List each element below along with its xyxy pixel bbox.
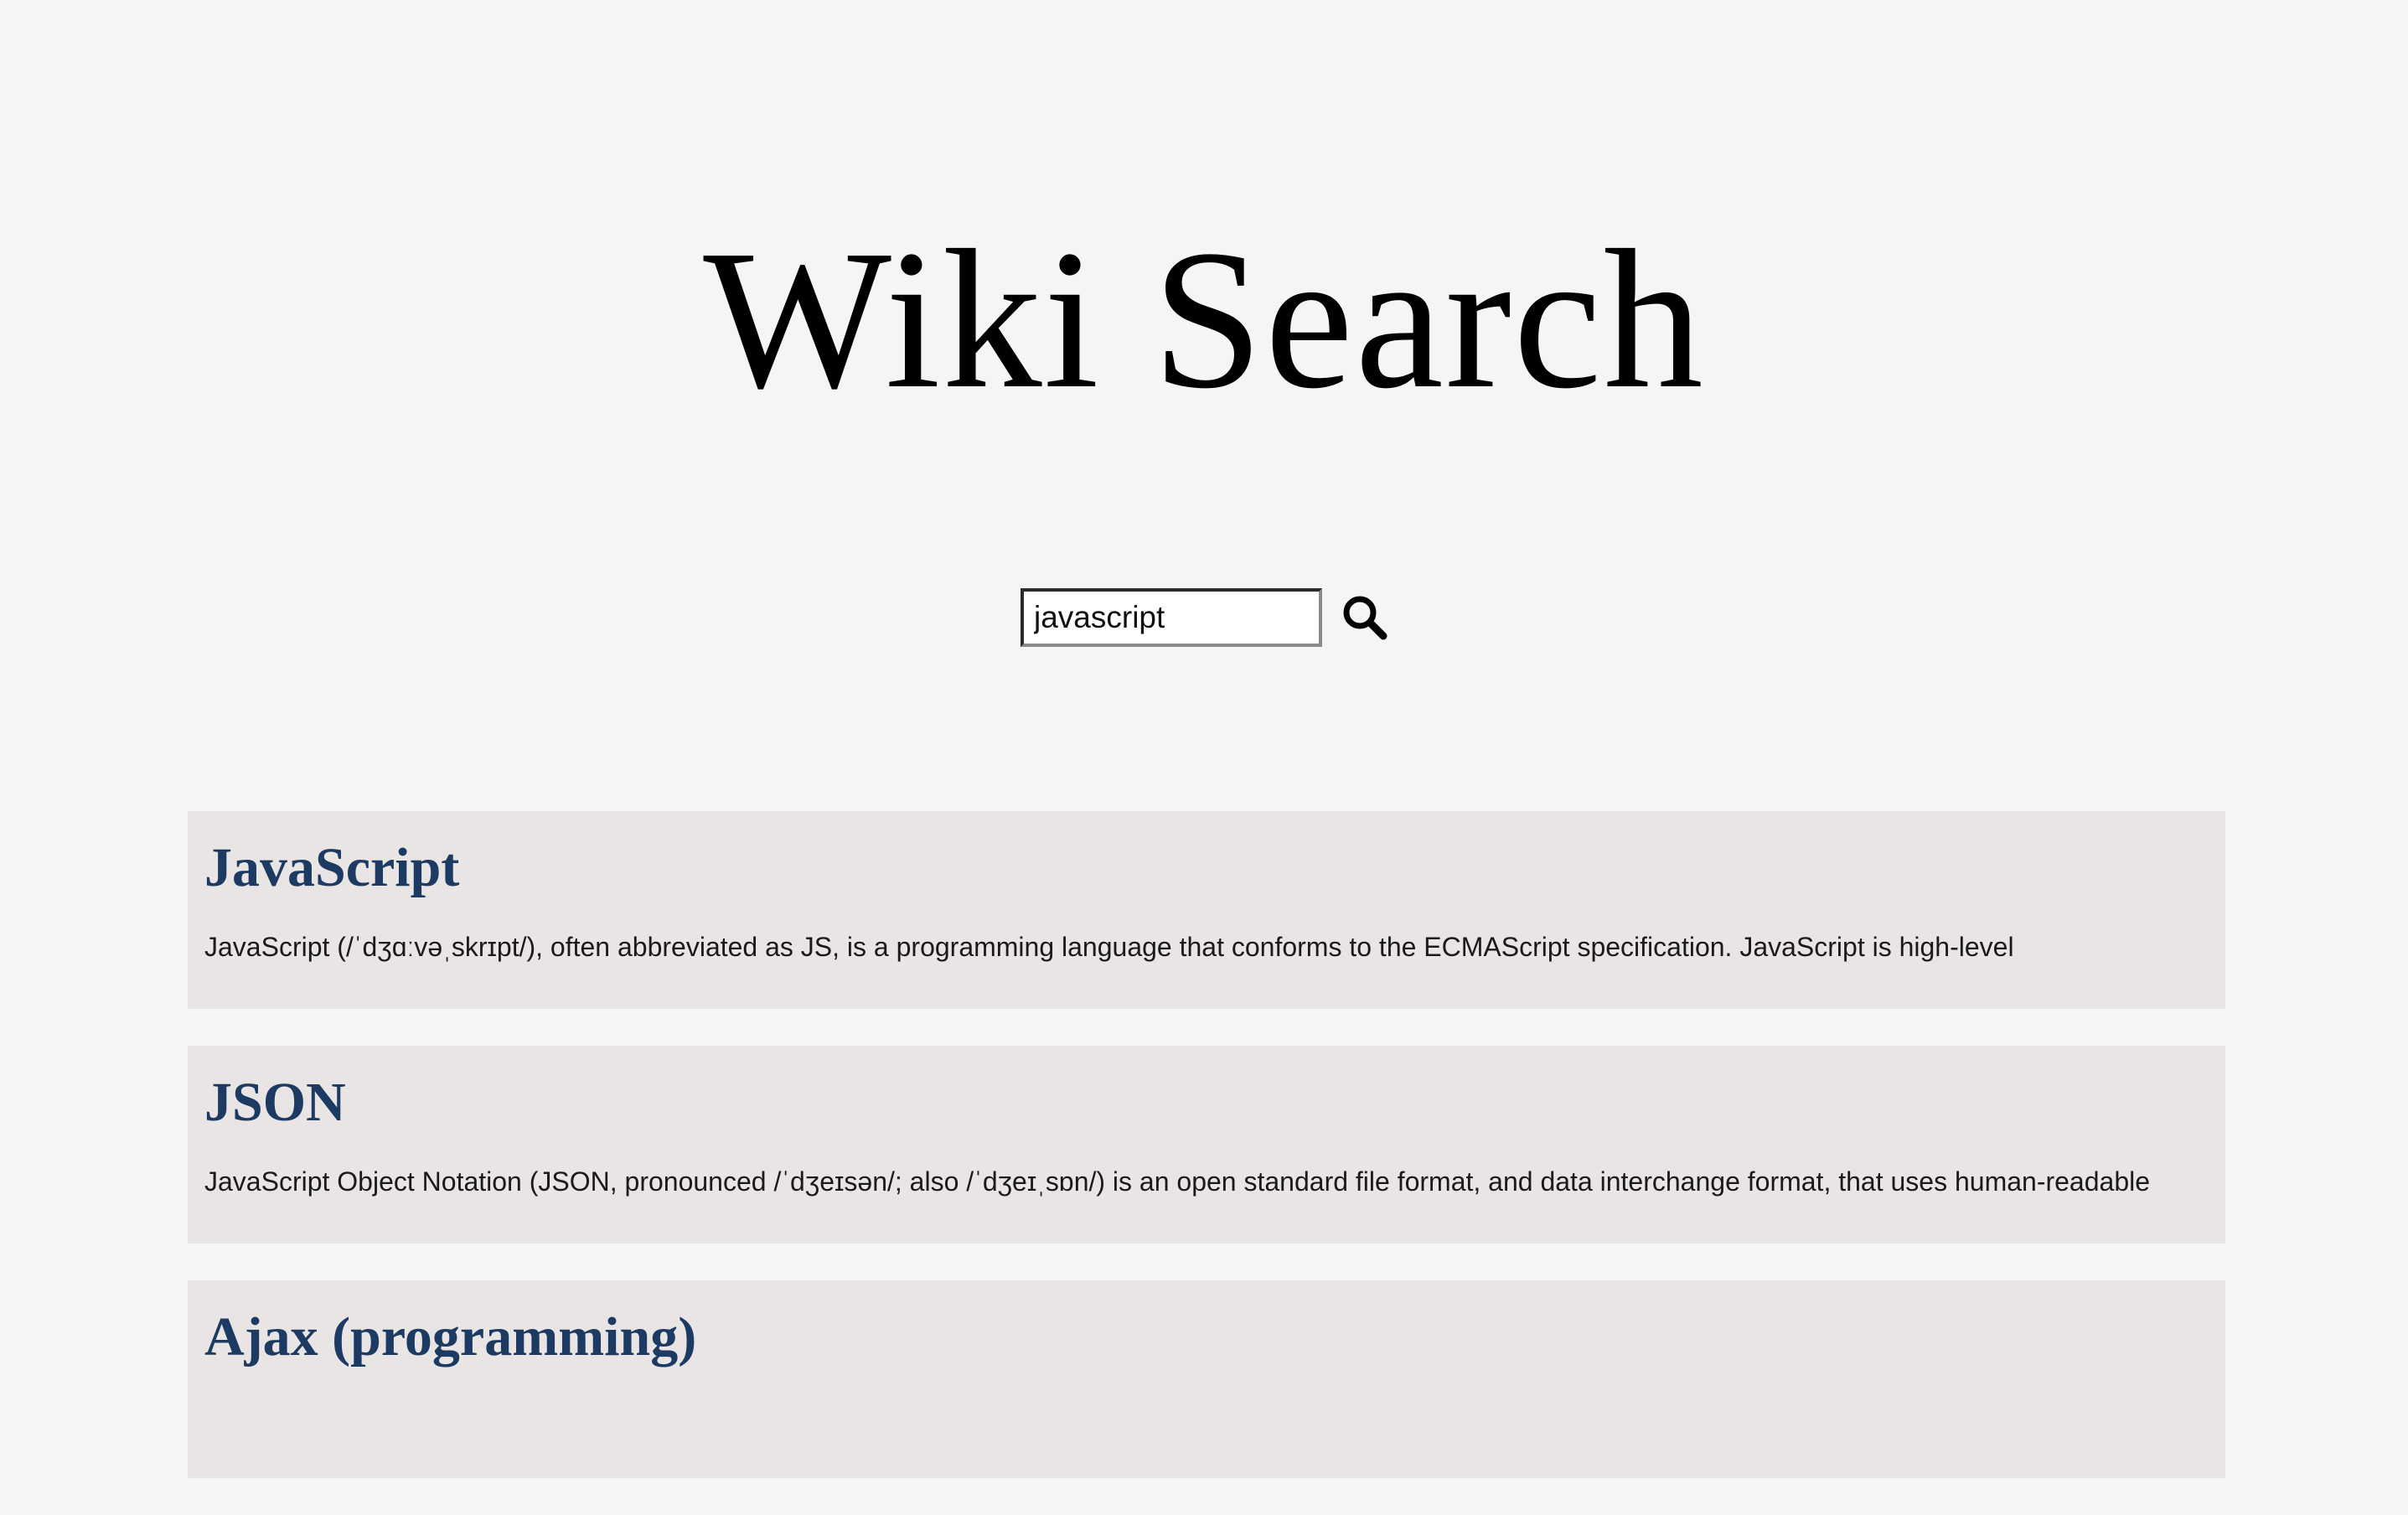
page-title: Wiki Search [703, 209, 1705, 430]
result-card: JSON JavaScript Object Notation (JSON, p… [188, 1046, 2225, 1244]
result-title-link[interactable]: Ajax (programming) [204, 1280, 696, 1371]
search-input[interactable] [1021, 588, 1322, 647]
result-card: Ajax (programming) [188, 1280, 2225, 1478]
results-list: JavaScript JavaScript (/ˈdʒɑːvəˌskrɪpt/)… [188, 811, 2225, 1515]
result-title-link[interactable]: JavaScript [204, 811, 459, 902]
result-snippet: JavaScript Object Notation (JSON, pronou… [204, 1166, 2151, 1197]
search-button[interactable] [1339, 592, 1391, 644]
search-bar [1021, 587, 1391, 648]
result-title-link[interactable]: JSON [204, 1046, 346, 1136]
result-snippet: JavaScript (/ˈdʒɑːvəˌskrɪpt/), often abb… [204, 932, 2014, 962]
result-card: JavaScript JavaScript (/ˈdʒɑːvəˌskrɪpt/)… [188, 811, 2225, 1009]
search-icon [1343, 596, 1387, 640]
